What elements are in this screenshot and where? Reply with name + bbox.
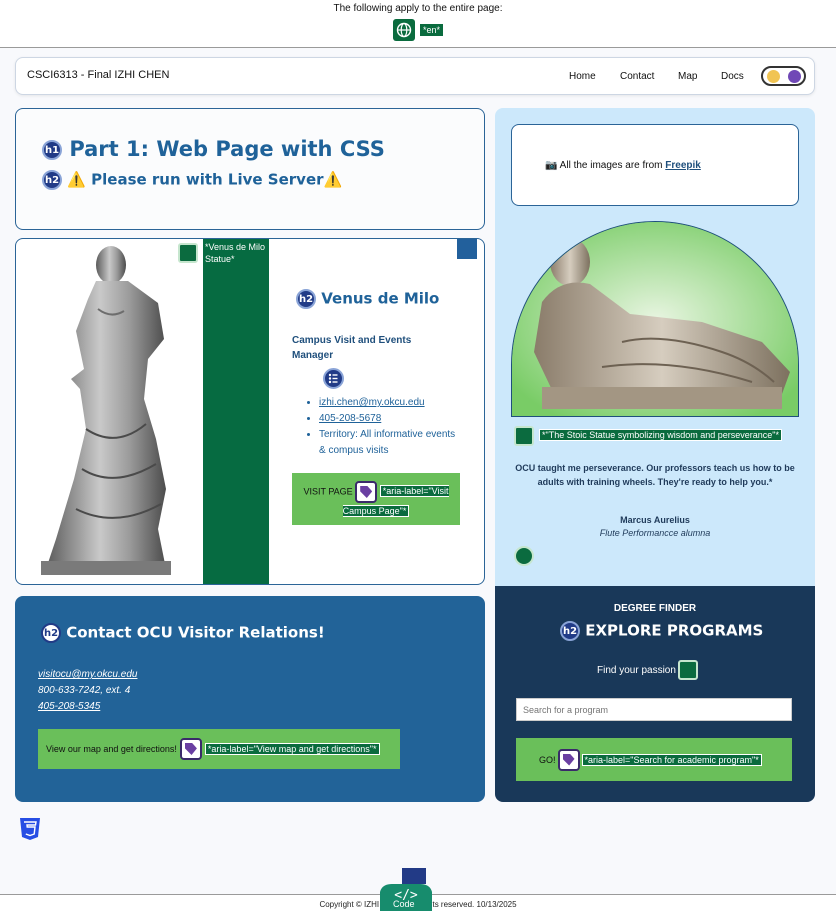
map-directions-button[interactable]: View our map and get directions! *aria-l… bbox=[38, 729, 400, 769]
image-alt-label: *Venus de Milo Statue* bbox=[205, 242, 266, 265]
go-aria-label: *aria-label="Search for academic program… bbox=[581, 753, 762, 766]
page-subtitle-text: ⚠️ Please run with Live Server⚠️ bbox=[67, 170, 343, 189]
testimonial-column: 📷 All the images are from Freepik *"The … bbox=[495, 108, 815, 586]
profile-details-list: izhi.chen@my.okcu.edu 405-208-5678 Terri… bbox=[306, 395, 456, 459]
nav-contact[interactable]: Contact bbox=[620, 71, 654, 82]
h2-badge-icon: h2 bbox=[296, 289, 316, 309]
h1-badge-icon: h1 bbox=[42, 140, 62, 160]
map-aria-label: *aria-label="View map and get directions… bbox=[204, 743, 380, 755]
language-tag: *en* bbox=[419, 24, 443, 36]
go-button-label: GO! bbox=[539, 754, 556, 765]
image-overlay-strip bbox=[203, 239, 269, 584]
contact-phone-link[interactable]: 405-208-5345 bbox=[38, 699, 137, 715]
visit-button-label: VISIT PAGE bbox=[303, 486, 353, 497]
profile-phone[interactable]: 405-208-5678 bbox=[319, 411, 456, 427]
profile-territory: Territory: All informative events & comp… bbox=[319, 427, 456, 459]
image-icon bbox=[514, 426, 534, 446]
image-credit-box: 📷 All the images are from Freepik bbox=[511, 124, 799, 206]
venus-statue-image bbox=[16, 239, 204, 584]
code-button[interactable]: </> Code bbox=[376, 868, 436, 911]
h2-badge-icon: h2 bbox=[42, 170, 62, 190]
page-title: h1 Part 1: Web Page with CSS bbox=[42, 137, 385, 161]
profile-card: *Venus de Milo Statue* h2 Venus de Milo … bbox=[15, 238, 485, 585]
degree-title: h2 EXPLORE PROGRAMS bbox=[560, 621, 763, 641]
nav-map[interactable]: Map bbox=[678, 71, 697, 82]
statue-caption: *"The Stoic Statue symbolizing wisdom an… bbox=[539, 429, 783, 441]
visit-page-button[interactable]: VISIT PAGE *aria-label="Visit Campus Pag… bbox=[292, 473, 460, 525]
degree-finder-card: DEGREE FINDER h2 EXPLORE PROGRAMS Find y… bbox=[495, 586, 815, 802]
credit-prefix: 📷 All the images are from bbox=[545, 160, 666, 171]
degree-subtitle: Find your passion bbox=[597, 660, 698, 680]
h2-badge-icon: h2 bbox=[41, 623, 61, 643]
globe-icon[interactable] bbox=[392, 19, 415, 41]
nav-docs[interactable]: Docs bbox=[721, 71, 744, 82]
freepik-link[interactable]: Freepik bbox=[665, 160, 701, 171]
accessibility-toolbar: The following apply to the entire page: … bbox=[0, 0, 836, 48]
profile-name-text: Venus de Milo bbox=[321, 289, 440, 308]
h2-badge-icon: h2 bbox=[560, 621, 580, 641]
theme-toggle[interactable] bbox=[761, 66, 806, 86]
brand-title[interactable]: CSCI6313 - Final IZHI CHEN bbox=[27, 69, 169, 81]
contact-info: visitocu@my.okcu.edu 800-633-7242, ext. … bbox=[38, 667, 137, 715]
stoic-statue-image bbox=[511, 221, 799, 417]
profile-name: h2 Venus de Milo bbox=[296, 289, 439, 309]
degree-kicker: DEGREE FINDER bbox=[613, 603, 697, 614]
nav-home[interactable]: Home bbox=[569, 71, 596, 82]
tag-icon bbox=[355, 481, 378, 503]
sun-icon bbox=[767, 70, 780, 83]
image-icon bbox=[514, 546, 534, 566]
profile-role: Campus Visit and Events Manager bbox=[292, 335, 412, 361]
navbar: CSCI6313 - Final IZHI CHEN Home Contact … bbox=[15, 57, 815, 95]
page-title-text: Part 1: Web Page with CSS bbox=[69, 137, 385, 161]
testimonial-author: Marcus Aurelius bbox=[620, 515, 690, 525]
contact-phone-primary: 800-633-7242, ext. 4 bbox=[38, 685, 131, 696]
a11y-title: The following apply to the entire page: bbox=[333, 3, 503, 14]
testimonial-role: Flute Performancce alumna bbox=[599, 528, 711, 538]
heading-card: h1 Part 1: Web Page with CSS h2 ⚠️ Pleas… bbox=[15, 108, 485, 230]
credit-text: 📷 All the images are from Freepik bbox=[545, 160, 701, 171]
go-button[interactable]: GO! *aria-label="Search for academic pro… bbox=[516, 738, 792, 781]
list-icon bbox=[323, 368, 344, 389]
profile-email[interactable]: izhi.chen@my.okcu.edu bbox=[319, 395, 456, 411]
moon-icon bbox=[788, 70, 801, 83]
contact-email-link[interactable]: visitocu@my.okcu.edu bbox=[38, 667, 137, 683]
tag-icon bbox=[557, 748, 580, 771]
program-search-input[interactable] bbox=[516, 698, 792, 721]
contact-title: h2 Contact OCU Visitor Relations! bbox=[41, 623, 325, 643]
tag-icon bbox=[677, 660, 698, 680]
accent-square bbox=[457, 239, 477, 259]
page-subtitle: h2 ⚠️ Please run with Live Server⚠️ bbox=[42, 170, 342, 190]
css3-icon bbox=[18, 816, 42, 840]
map-button-label: View our map and get directions! bbox=[46, 744, 177, 754]
code-button-label: Code bbox=[393, 899, 415, 909]
contact-title-text: Contact OCU Visitor Relations! bbox=[66, 623, 325, 642]
image-icon bbox=[178, 243, 198, 263]
tag-icon bbox=[179, 738, 202, 760]
degree-subtitle-text: Find your passion bbox=[597, 664, 676, 676]
testimonial-quote: OCU taught me perseverance. Our professo… bbox=[515, 463, 795, 487]
contact-card: h2 Contact OCU Visitor Relations! visito… bbox=[15, 596, 485, 802]
degree-title-text: EXPLORE PROGRAMS bbox=[585, 621, 764, 640]
